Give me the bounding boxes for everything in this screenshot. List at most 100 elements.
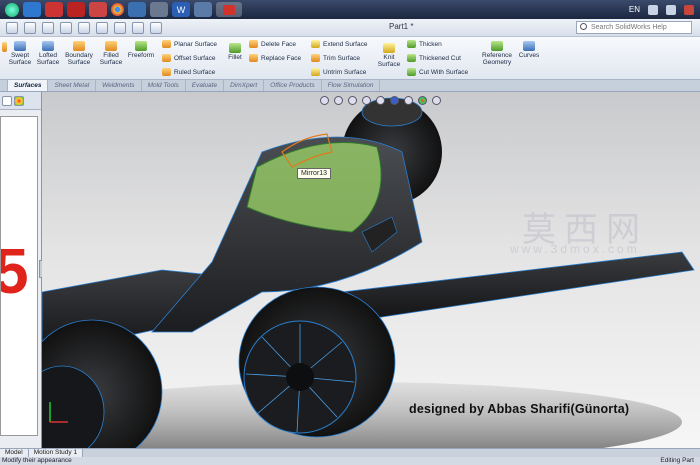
thicken-button[interactable]: Thicken bbox=[407, 40, 442, 48]
delete-face-button[interactable]: Delete Face bbox=[249, 40, 296, 48]
filled-surface-icon bbox=[105, 41, 117, 51]
swept-surface-icon bbox=[14, 41, 26, 51]
apply-scene-icon[interactable] bbox=[432, 96, 441, 105]
app-icon-grey[interactable] bbox=[150, 2, 168, 17]
lofted-surface-button[interactable]: Lofted Surface bbox=[34, 41, 62, 66]
panel-tab-strip bbox=[0, 92, 41, 110]
view-orientation-icon[interactable] bbox=[376, 96, 385, 105]
select-icon[interactable] bbox=[96, 21, 108, 34]
tab-office-products[interactable]: Office Products bbox=[264, 80, 322, 91]
word-icon[interactable]: W bbox=[172, 2, 190, 17]
app-icon-red-3[interactable] bbox=[89, 2, 107, 17]
ruled-surface-button[interactable]: Ruled Surface bbox=[162, 68, 215, 76]
tab-weldments[interactable]: Weldments bbox=[96, 80, 142, 91]
red-graphic: 5 bbox=[1, 239, 29, 303]
reference-geometry-button[interactable]: Reference Geometry bbox=[478, 41, 516, 66]
planar-surface-icon bbox=[162, 40, 171, 48]
browser-icon[interactable] bbox=[23, 2, 41, 17]
app-icon-window[interactable] bbox=[194, 2, 212, 17]
status-mode: Editing Part bbox=[660, 457, 694, 464]
help-search-input[interactable]: Search SolidWorks Help bbox=[576, 21, 692, 34]
bottom-tabs: Model Motion Study 1 bbox=[0, 448, 700, 457]
search-icon bbox=[580, 23, 587, 30]
tab-motion-study-1[interactable]: Motion Study 1 bbox=[28, 449, 84, 457]
restore-button[interactable] bbox=[666, 4, 676, 15]
appearance-tab-icon[interactable] bbox=[14, 95, 24, 106]
status-message: Modify their appearance bbox=[2, 457, 72, 464]
app-icon-red-2[interactable] bbox=[67, 2, 85, 17]
undo-icon[interactable] bbox=[78, 21, 90, 34]
new-document-icon[interactable] bbox=[6, 21, 18, 34]
rebuild-icon[interactable] bbox=[114, 21, 126, 34]
display-style-icon[interactable] bbox=[390, 96, 399, 105]
options-icon[interactable] bbox=[150, 21, 162, 34]
swept-surface-button[interactable]: Swept Surface bbox=[6, 41, 34, 66]
command-manager-ribbon: Swept Surface Lofted Surface Boundary Su… bbox=[0, 37, 700, 80]
aircraft-model[interactable] bbox=[42, 92, 700, 448]
tab-surfaces[interactable]: Surfaces bbox=[8, 80, 49, 91]
app-icon-red-1[interactable] bbox=[45, 2, 63, 17]
section-view-icon[interactable] bbox=[362, 96, 371, 105]
file-properties-icon[interactable] bbox=[132, 21, 144, 34]
extend-surface-button[interactable]: Extend Surface bbox=[311, 40, 367, 48]
hide-show-items-icon[interactable] bbox=[404, 96, 413, 105]
feature-manager-panel: 5 bbox=[0, 92, 45, 448]
extend-surface-icon bbox=[311, 40, 320, 48]
feature-tree-tab-icon[interactable] bbox=[2, 95, 12, 106]
feature-tooltip: Mirror13 bbox=[297, 168, 332, 179]
untrim-surface-button[interactable]: Untrim Surface bbox=[311, 68, 366, 76]
title-bar: Part1 * Search SolidWorks Help bbox=[0, 19, 700, 37]
untrim-surface-icon bbox=[311, 68, 320, 76]
boundary-surface-button[interactable]: Boundary Surface bbox=[62, 41, 96, 66]
ruled-surface-icon bbox=[162, 68, 171, 76]
knit-surface-button[interactable]: Knit Surface bbox=[375, 43, 403, 68]
tab-mold-tools[interactable]: Mold Tools bbox=[142, 80, 186, 91]
tab-dimxpert[interactable]: DimXpert bbox=[224, 80, 265, 91]
zoom-to-area-icon[interactable] bbox=[334, 96, 343, 105]
fillet-button[interactable]: Fillet bbox=[225, 43, 245, 61]
right-wing[interactable] bbox=[341, 251, 695, 321]
start-orb-icon[interactable] bbox=[5, 2, 19, 17]
replace-face-icon bbox=[249, 54, 258, 62]
language-indicator[interactable]: EN bbox=[629, 5, 640, 14]
minimize-button[interactable] bbox=[648, 4, 658, 15]
fillet-icon bbox=[229, 43, 241, 53]
lofted-surface-icon bbox=[42, 41, 54, 51]
open-folder-icon[interactable] bbox=[24, 21, 36, 34]
filled-surface-button[interactable]: Filled Surface bbox=[97, 41, 125, 66]
engine-spinner bbox=[286, 363, 314, 391]
print-icon[interactable] bbox=[60, 21, 72, 34]
app-icon-blue[interactable] bbox=[128, 2, 146, 17]
solidworks-taskbar-icon[interactable] bbox=[216, 2, 242, 17]
freeform-button[interactable]: Freeform bbox=[126, 41, 156, 59]
offset-surface-button[interactable]: Offset Surface bbox=[162, 54, 215, 62]
tab-evaluate[interactable]: Evaluate bbox=[186, 80, 225, 91]
edit-appearance-icon[interactable] bbox=[418, 96, 427, 105]
graphics-viewport[interactable]: Mirror13 莫西网 www.3dmox.com designed by A… bbox=[42, 92, 700, 448]
thicken-icon bbox=[407, 40, 416, 48]
app-icon-chrome[interactable] bbox=[111, 3, 124, 16]
previous-view-icon[interactable] bbox=[348, 96, 357, 105]
trim-surface-button[interactable]: Trim Surface bbox=[311, 54, 360, 62]
tab-partial[interactable] bbox=[0, 80, 8, 91]
curves-icon bbox=[523, 41, 535, 51]
cut-with-surface-button[interactable]: Cut With Surface bbox=[407, 68, 468, 76]
curves-button[interactable]: Curves bbox=[516, 41, 542, 59]
tab-flow-simulation[interactable]: Flow Simulation bbox=[322, 80, 381, 91]
replace-face-button[interactable]: Replace Face bbox=[249, 54, 301, 62]
planar-surface-button[interactable]: Planar Surface bbox=[162, 40, 217, 48]
watermark-url: www.3dmox.com bbox=[510, 242, 640, 256]
knit-surface-icon bbox=[383, 43, 395, 53]
cut-with-surface-icon bbox=[407, 68, 416, 76]
tab-model[interactable]: Model bbox=[0, 449, 29, 457]
boundary-surface-icon bbox=[73, 41, 85, 51]
save-icon[interactable] bbox=[42, 21, 54, 34]
close-button[interactable] bbox=[684, 4, 694, 15]
windows-taskbar: W EN bbox=[0, 0, 700, 19]
zoom-to-fit-icon[interactable] bbox=[320, 96, 329, 105]
trim-surface-icon bbox=[311, 54, 320, 62]
heads-up-view-toolbar bbox=[320, 96, 441, 105]
reference-geometry-icon bbox=[491, 41, 503, 51]
thickened-cut-button[interactable]: Thickened Cut bbox=[407, 54, 461, 62]
tab-sheet-metal[interactable]: Sheet Metal bbox=[48, 80, 97, 91]
